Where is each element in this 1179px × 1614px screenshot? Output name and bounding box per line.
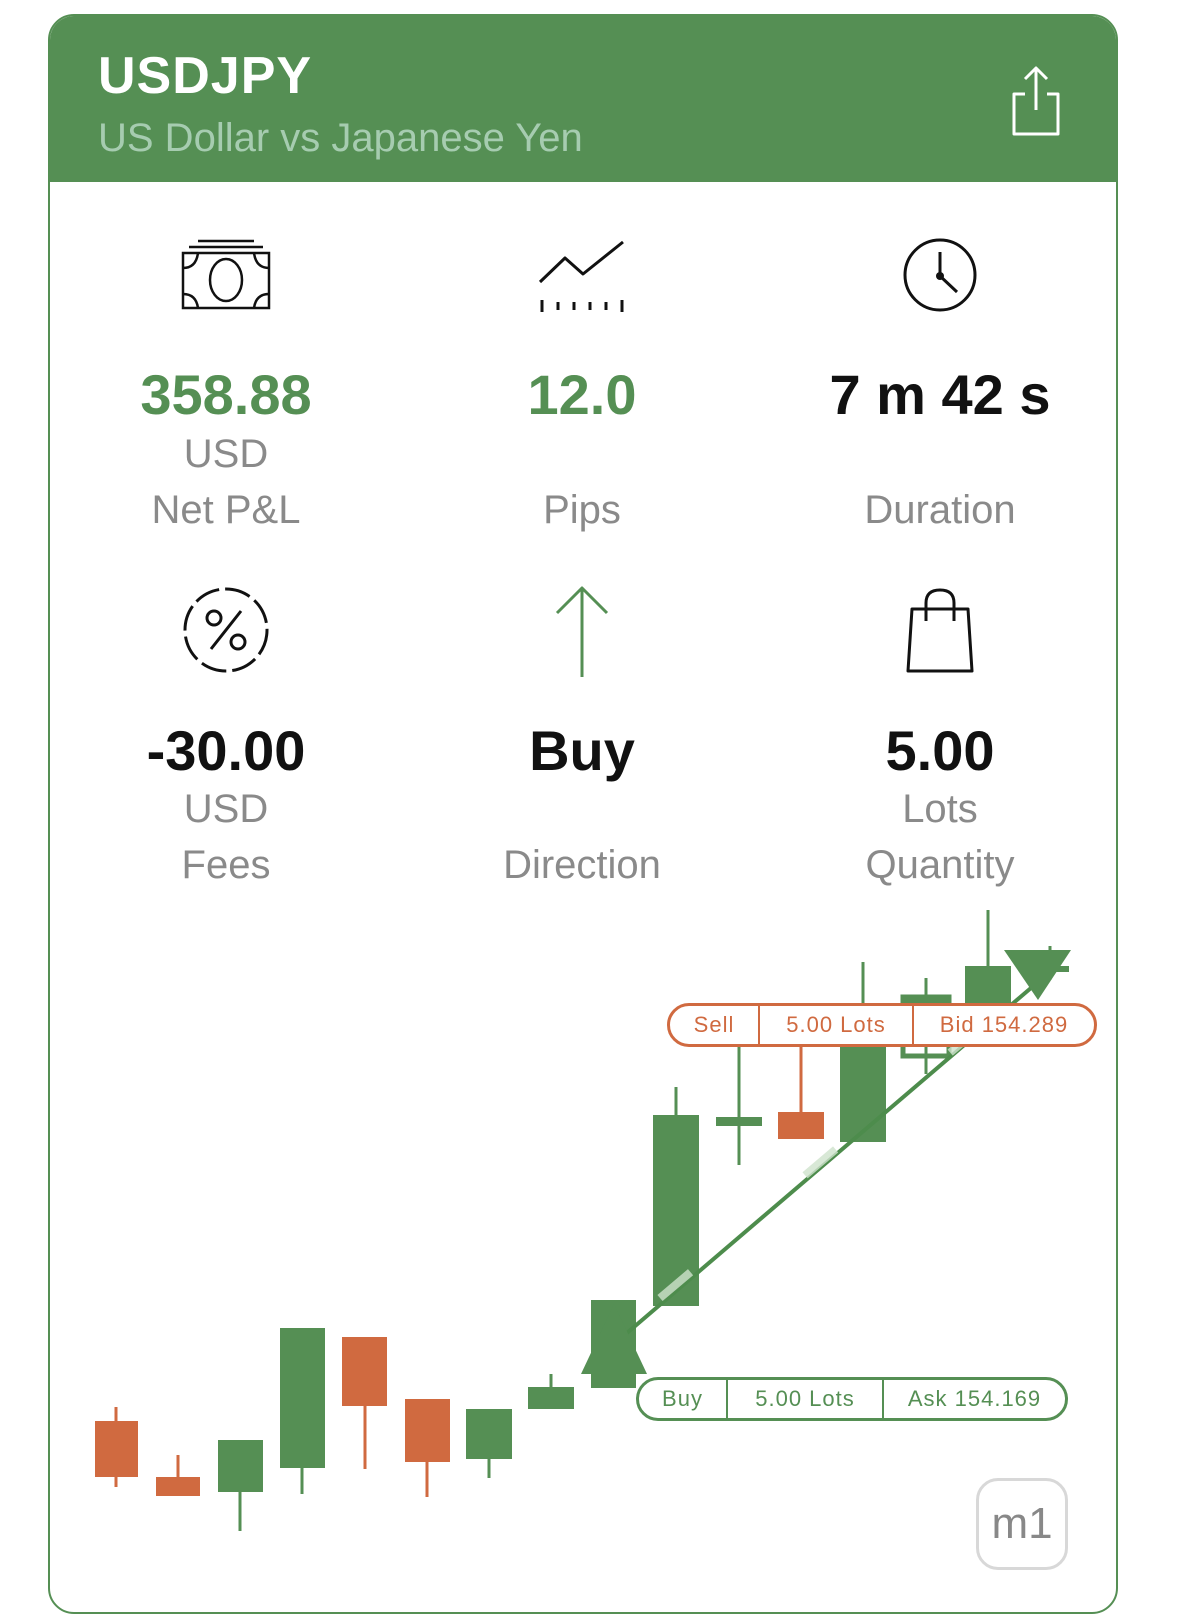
candle — [405, 1399, 450, 1497]
candle — [95, 1407, 138, 1487]
candle — [840, 962, 886, 1142]
sell-side-label: Sell — [693, 1012, 735, 1037]
candle — [218, 1440, 263, 1531]
candle — [965, 910, 1011, 1004]
candle — [156, 1455, 200, 1496]
candle — [778, 1047, 824, 1139]
candle — [716, 1047, 762, 1165]
buy-price-label: Ask 154.169 — [907, 1386, 1042, 1411]
candle — [280, 1328, 325, 1494]
candle — [342, 1337, 387, 1469]
timeframe-button[interactable]: m1 — [976, 1478, 1068, 1570]
sell-exit-marker — [1004, 950, 1071, 1000]
candlestick-chart[interactable] — [0, 0, 1179, 1586]
buy-lots-label: 5.00 Lots — [755, 1386, 855, 1411]
buy-side-label: Buy — [662, 1386, 703, 1411]
buy-order-tag[interactable]: Buy 5.00 Lots Ask 154.169 — [636, 1377, 1068, 1421]
sell-lots-label: 5.00 Lots — [786, 1012, 886, 1037]
buy-entry-marker — [581, 1304, 647, 1374]
sell-price-label: Bid 154.289 — [939, 1012, 1069, 1037]
candle — [528, 1374, 574, 1409]
sell-order-tag[interactable]: Sell 5.00 Lots Bid 154.289 — [667, 1003, 1097, 1047]
candle — [653, 1087, 699, 1306]
candle — [466, 1409, 512, 1478]
